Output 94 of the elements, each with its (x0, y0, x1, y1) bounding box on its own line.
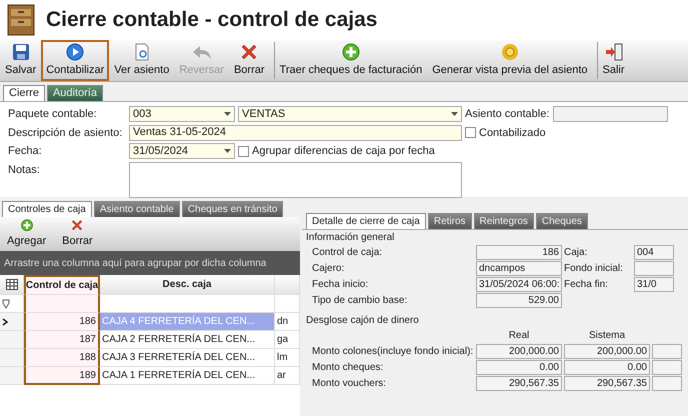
field-label: Descripción de asiento: (8, 126, 124, 140)
table-cell: ar (275, 367, 300, 385)
field-label: Control de caja: (311, 246, 384, 260)
field-label: Fecha inicio: (311, 278, 370, 292)
add-button[interactable]: Agregar (2, 217, 52, 251)
checkbox[interactable] (465, 127, 476, 138)
table-cell: CAJA 3 FERRETERÍA DEL CEN... (100, 349, 275, 367)
plus-icon (342, 42, 360, 61)
value-field: 290,567.35 (476, 376, 562, 390)
tab[interactable]: Cheques en tránsito (182, 201, 284, 217)
field-label: Fondo inicial: (564, 262, 624, 276)
tab[interactable]: Cheques (536, 213, 588, 229)
value-field: 186 (476, 244, 562, 260)
value-field (634, 260, 674, 276)
caret-icon (224, 149, 231, 153)
cabinet-icon (6, 3, 36, 37)
table-cell: 187 (24, 331, 100, 349)
filter-cell[interactable] (24, 295, 100, 313)
tab[interactable]: Controles de caja (2, 201, 92, 217)
field-label: Notas: (8, 162, 41, 178)
add-button[interactable]: Traer cheques de facturación (272, 40, 428, 81)
tab[interactable]: Detalle de cierre de caja (306, 213, 426, 229)
table-cell: lm (275, 349, 300, 367)
field-label: Fecha fin: (564, 278, 609, 292)
column-header: Sistema (588, 328, 626, 342)
value-field: 004 (634, 244, 674, 260)
field-label: Asiento contable: (465, 107, 550, 122)
row-header[interactable] (0, 313, 24, 331)
caret-icon (224, 112, 231, 116)
field-label: Monto cheques: (311, 360, 384, 374)
value-field: 200,000.00 (564, 344, 650, 358)
section-title: Desglose cajón de dinero (305, 314, 420, 327)
exit-button[interactable]: Salir (594, 40, 630, 81)
tab[interactable]: Cierre (3, 85, 45, 101)
section-title: Información general (305, 231, 396, 244)
field-label: Caja: (564, 246, 588, 260)
checkbox[interactable] (238, 146, 249, 157)
field-label: Tipo de cambio base: (311, 294, 408, 308)
field-label: Cajero: (311, 262, 346, 276)
column-header[interactable]: Desc. caja (100, 275, 275, 295)
door-arrow-icon (604, 42, 624, 61)
tab[interactable]: Retiros (428, 213, 472, 229)
column-header[interactable]: Control de caja (24, 275, 100, 295)
package-name-dropdown[interactable]: VENTAS (238, 106, 462, 122)
play-icon (66, 42, 84, 61)
preview-button[interactable]: Generar vista previa del asiento (427, 40, 593, 81)
table-cell: CAJA 1 FERRETERÍA DEL CEN... (100, 367, 275, 385)
post-button[interactable]: Contabilizar (41, 40, 110, 81)
field-label: Paquete contable: (8, 107, 98, 122)
date-picker[interactable]: 31/05/2024 (129, 143, 235, 159)
save-button[interactable]: Salvar (0, 40, 42, 81)
description-field[interactable]: Ventas 31-05-2024 (129, 124, 462, 140)
delete-button[interactable]: Borrar (228, 40, 270, 81)
value-field (652, 344, 682, 358)
delete-button[interactable]: Borrar (57, 217, 98, 251)
value-field: dncampos (476, 260, 562, 276)
value-field (652, 360, 682, 374)
column-chooser-icon[interactable] (6, 279, 18, 290)
field-label: Fecha: (8, 144, 43, 159)
sun-icon (500, 42, 519, 61)
package-code-dropdown[interactable]: 003 (129, 106, 235, 122)
table-cell: 186 (24, 313, 100, 331)
entry-field[interactable] (553, 106, 668, 122)
x-icon (240, 42, 258, 61)
value-field: 0.00 (476, 360, 562, 374)
table-cell: CAJA 2 FERRETERÍA DEL CEN... (100, 331, 275, 349)
table-cell: 188 (24, 349, 100, 367)
view-entry-button[interactable]: Ver asiento (109, 40, 174, 81)
column-header[interactable] (275, 275, 300, 295)
table-cell: 189 (24, 367, 100, 385)
field-label: Monto vouchers: (311, 376, 387, 390)
notes-field[interactable] (129, 162, 462, 198)
field-label: Monto colones(incluye fondo inicial): (311, 344, 474, 358)
filter-icon[interactable] (2, 298, 10, 308)
tab[interactable]: Auditoría (46, 85, 103, 101)
window-title: Cierre contable - control de cajas (46, 7, 378, 33)
row-pointer-icon (2, 318, 8, 326)
column-header: Real (508, 328, 530, 342)
value-field: 31/05/2024 06:00: (476, 276, 562, 292)
group-hint: Arrastre una columna aquí para agrupar por dicha columna (0, 251, 300, 275)
table-cell: CAJA 4 FERRETERÍA DEL CEN... (100, 313, 275, 331)
table-cell: ga (275, 331, 300, 349)
value-field: 529.00 (476, 292, 562, 308)
value-field: 31/0 (634, 276, 674, 292)
value-field: 290,567.35 (564, 376, 650, 390)
tab[interactable]: Asiento contable (94, 201, 180, 217)
document-icon (132, 42, 151, 61)
value-field: 200,000.00 (476, 344, 562, 358)
checkbox-label: Contabilizado (479, 126, 546, 140)
tab[interactable]: Reintegros (474, 213, 534, 229)
value-field: 0.00 (564, 360, 650, 374)
table-cell: dn (275, 313, 300, 331)
checkbox-label: Agrupar diferencias de caja por fecha (252, 144, 435, 159)
caret-icon (451, 112, 458, 116)
